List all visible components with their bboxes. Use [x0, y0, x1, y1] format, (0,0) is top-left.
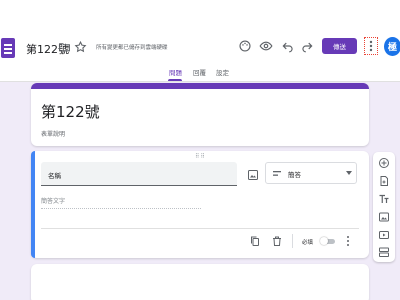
short-answer-icon — [273, 171, 281, 176]
form-description[interactable]: 表單說明 — [41, 129, 65, 138]
question-title: 名稱 — [48, 172, 61, 180]
add-image-icon[interactable] — [378, 211, 390, 223]
preview-eye-icon[interactable] — [259, 39, 273, 53]
short-answer-preview: 簡答文字 — [41, 195, 201, 209]
palette-icon[interactable] — [238, 39, 252, 53]
question-title-field[interactable]: 名稱 — [41, 162, 237, 186]
answer-placeholder: 簡答文字 — [41, 198, 66, 205]
required-label: 必填 — [302, 240, 314, 246]
form-header-card[interactable]: 第122號 表單說明 — [31, 83, 369, 146]
question-type-select[interactable]: 簡答 — [265, 162, 357, 184]
question-more-icon[interactable] — [344, 235, 352, 247]
footer-separator — [292, 234, 293, 248]
more-options-button[interactable] — [364, 37, 378, 55]
forms-logo-icon[interactable] — [1, 38, 15, 58]
add-video-icon[interactable] — [378, 229, 390, 241]
copy-icon[interactable] — [249, 235, 261, 247]
active-tab-indicator — [168, 79, 182, 81]
redo-icon[interactable] — [300, 39, 314, 53]
form-tabs: 問題 回覆 設定 — [0, 62, 400, 82]
active-card-indicator — [31, 151, 35, 258]
account-avatar[interactable]: 極 — [384, 37, 400, 56]
form-title[interactable]: 第122號 — [41, 101, 100, 122]
star-icon[interactable] — [74, 40, 87, 54]
toggle-knob — [320, 237, 328, 245]
question-type-label: 簡答 — [288, 171, 301, 179]
import-questions-icon[interactable] — [378, 175, 390, 187]
top-bar: 第122號 所有變更都已儲存到雲端硬碟 傳送 極 — [0, 0, 400, 62]
drag-handle-icon[interactable]: ⠿⠿ — [195, 153, 206, 160]
tab-responses[interactable]: 回覆 — [193, 67, 206, 77]
card-divider — [41, 228, 359, 229]
add-title-icon[interactable] — [378, 193, 390, 205]
tab-settings[interactable]: 設定 — [216, 67, 229, 77]
question-card[interactable]: ⠿⠿ 名稱 簡答 簡答文字 必填 — [31, 151, 369, 258]
add-section-icon[interactable] — [378, 246, 390, 258]
dropdown-arrow-icon — [346, 171, 352, 175]
folder-icon[interactable] — [58, 40, 71, 54]
send-button[interactable]: 傳送 — [322, 38, 357, 54]
next-question-card[interactable] — [31, 264, 369, 300]
delete-icon[interactable] — [271, 235, 283, 247]
tab-questions[interactable]: 問題 — [169, 67, 182, 77]
undo-icon[interactable] — [281, 39, 295, 53]
required-toggle[interactable] — [320, 237, 336, 245]
image-icon[interactable] — [247, 169, 259, 181]
save-status: 所有變更都已儲存到雲端硬碟 — [96, 45, 168, 51]
floating-toolbar — [373, 152, 395, 262]
add-question-icon[interactable] — [378, 157, 390, 169]
more-vert-icon — [369, 40, 373, 52]
